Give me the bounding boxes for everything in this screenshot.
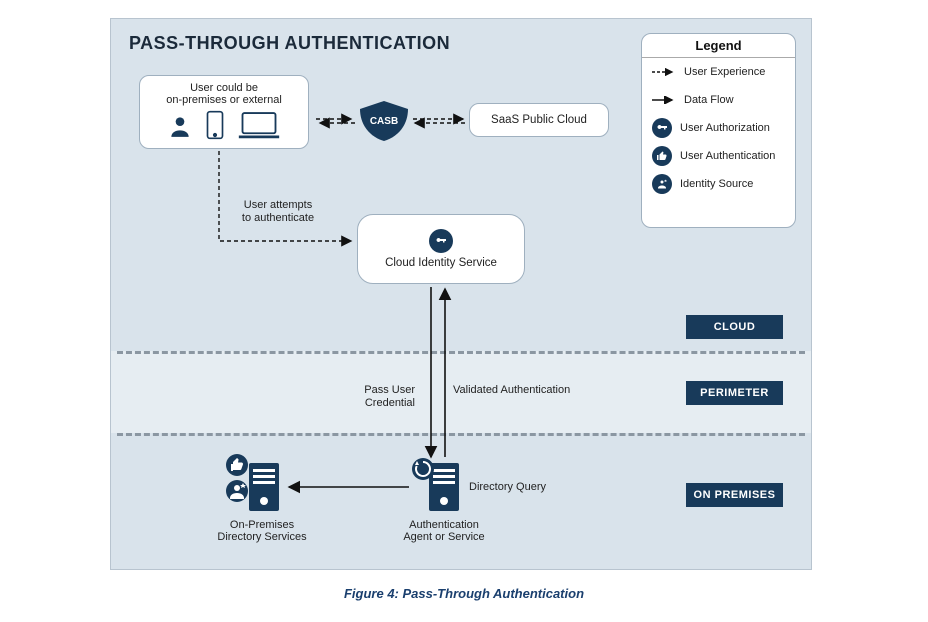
legend-row-ux: User Experience (642, 58, 795, 86)
figure-caption: Figure 4: Pass-Through Authentication (0, 586, 928, 601)
user-icons (146, 110, 302, 145)
badge-onprem: ON PREMISES (686, 483, 783, 507)
cloud-identity-service: Cloud Identity Service (357, 214, 525, 284)
diagram-title: PASS-THROUGH AUTHENTICATION (129, 33, 450, 54)
label-line2: Directory Services (217, 531, 306, 543)
auth-agent-server (411, 455, 465, 522)
legend-label: User Authentication (680, 150, 775, 162)
legend-label: User Authorization (680, 122, 770, 134)
user-title-line1: User could be (190, 82, 258, 94)
legend-row-idsrc: Identity Source (642, 170, 795, 198)
saas-label: SaaS Public Cloud (491, 114, 587, 126)
casb-shield: CASB (356, 99, 412, 143)
rule-bottom (117, 433, 805, 436)
auth-agent-label: Authentication Agent or Service (389, 519, 499, 543)
legend-label: Data Flow (684, 94, 734, 106)
laptop-icon (237, 110, 281, 145)
person-icon (167, 112, 193, 145)
legend-box: Legend User Experience Data Flow User Au… (641, 33, 796, 228)
anno-pass-cred: Pass User Credential (323, 384, 415, 410)
legend-label: User Experience (684, 66, 765, 78)
label-line2: Agent or Service (403, 531, 484, 543)
saas-card: SaaS Public Cloud (469, 103, 609, 137)
anno-user-attempt: User attempts to authenticate (223, 199, 333, 225)
dashed-arrow-icon (652, 62, 676, 82)
anno-line1: User attempts (244, 199, 312, 211)
diagram-frame: PASS-THROUGH AUTHENTICATION CLOUD PERIME… (110, 18, 812, 570)
key-circle-icon (652, 118, 672, 138)
legend-label: Identity Source (680, 178, 753, 190)
user-title-line2: on-premises or external (166, 94, 282, 106)
label-line1: Authentication (409, 519, 479, 531)
legend-row-df: Data Flow (642, 86, 795, 114)
anno-valid-auth: Validated Authentication (453, 384, 603, 397)
anno-line2: to authenticate (242, 212, 314, 224)
casb-label: CASB (370, 116, 398, 127)
cis-label: Cloud Identity Service (385, 257, 497, 269)
badge-cloud: CLOUD (686, 315, 783, 339)
legend-row-authn: User Authentication (642, 142, 795, 170)
thumb-circle-icon (652, 146, 672, 166)
anno-dir-query: Directory Query (469, 481, 569, 494)
directory-label: On-Premises Directory Services (207, 519, 317, 543)
user-box: User could be on-premises or external (139, 75, 309, 149)
solid-arrow-icon (652, 90, 676, 110)
label-line1: On-Premises (230, 519, 294, 531)
legend-row-authz: User Authorization (642, 114, 795, 142)
phone-icon (205, 110, 225, 145)
star-person-circle-icon (652, 174, 672, 194)
user-box-title: User could be on-premises or external (146, 82, 302, 106)
badge-perimeter: PERIMETER (686, 381, 783, 405)
rule-top (117, 351, 805, 354)
key-circle-icon (429, 229, 453, 253)
figure-stage: PASS-THROUGH AUTHENTICATION CLOUD PERIME… (0, 0, 928, 622)
directory-services (221, 449, 285, 522)
legend-title: Legend (642, 34, 795, 58)
